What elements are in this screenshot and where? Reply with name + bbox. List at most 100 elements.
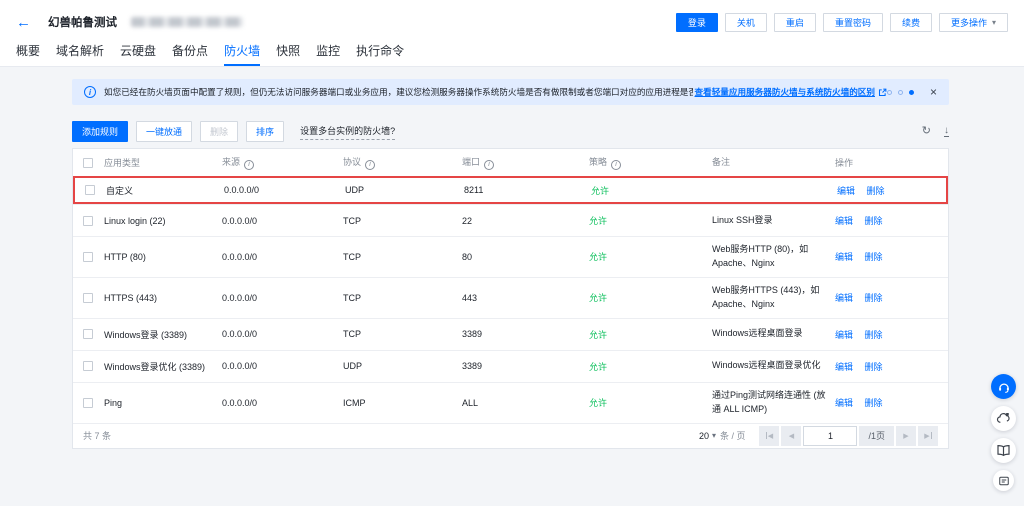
page-number-input[interactable]: 1 — [803, 426, 857, 446]
rule-source: 0.0.0.0/0 — [222, 252, 343, 262]
rule-source: 0.0.0.0/0 — [222, 329, 343, 339]
row-checkbox[interactable] — [85, 185, 95, 195]
header-action-button[interactable]: 更多操作 ▾ — [939, 13, 1008, 32]
tab[interactable]: 防火墙 — [224, 44, 260, 66]
edit-link[interactable]: 编辑 — [835, 293, 853, 303]
header-action-button[interactable]: 登录 ▾ — [676, 13, 718, 32]
tab-bar: 概要 域名解析 云硬盘 备份点 防火墙 快照 监控 执行命令 — [0, 44, 1024, 66]
multi-instance-firewall-link[interactable]: 设置多台实例的防火墙? — [300, 124, 395, 140]
edit-link[interactable]: 编辑 — [835, 330, 853, 340]
rule-policy: 允许 — [589, 328, 712, 341]
rule-port: 8211 — [464, 185, 591, 195]
tab[interactable]: 域名解析 — [56, 44, 104, 66]
cloud-fab[interactable] — [991, 406, 1016, 431]
info-icon[interactable]: i — [484, 160, 494, 170]
info-icon[interactable]: i — [611, 160, 621, 170]
sort-button[interactable]: 排序 — [246, 121, 284, 142]
row-checkbox[interactable] — [83, 329, 93, 339]
next-page-button[interactable]: ▶ — [896, 426, 916, 446]
tab[interactable]: 执行命令 — [356, 44, 404, 66]
row-checkbox[interactable] — [83, 398, 93, 408]
carousel-dot[interactable] — [887, 90, 892, 95]
select-all-checkbox[interactable] — [83, 158, 93, 168]
delete-link[interactable]: 删除 — [865, 293, 883, 303]
header-action-button[interactable]: 重置密码 ▾ — [823, 13, 883, 32]
firewall-diff-link[interactable]: 查看轻量应用服务器防火墙与系统防火墙的区别 — [695, 86, 875, 98]
instance-info-redacted — [131, 17, 243, 27]
delete-link[interactable]: 删除 — [865, 216, 883, 226]
header-action-button[interactable]: 重启 ▾ — [774, 13, 816, 32]
table-row: HTTP (80) 0.0.0.0/0 TCP 80 允许 Web服务HTTP … — [73, 236, 948, 277]
pagination: 20 ▾ 条 / 页 ◀ ◀ 1 /1页 ▶ ▶ — [699, 426, 938, 446]
prev-page-button[interactable]: ◀ — [781, 426, 801, 446]
carousel-dot[interactable] — [898, 90, 903, 95]
tab[interactable]: 备份点 — [172, 44, 208, 66]
row-checkbox[interactable] — [83, 252, 93, 262]
close-icon[interactable]: × — [930, 86, 937, 98]
survey-fab[interactable] — [993, 470, 1014, 491]
rule-port: 3389 — [462, 329, 589, 339]
edit-link[interactable]: 编辑 — [835, 252, 853, 262]
rule-source: 0.0.0.0/0 — [222, 293, 343, 303]
delete-link[interactable]: 删除 — [865, 398, 883, 408]
tab[interactable]: 快照 — [276, 44, 300, 66]
table-row: Windows登录优化 (3389) 0.0.0.0/0 UDP 3389 允许… — [73, 350, 948, 382]
allow-all-button[interactable]: 一键放通 — [136, 121, 192, 142]
tab[interactable]: 云硬盘 — [120, 44, 156, 66]
table-body: 自定义 0.0.0.0/0 UDP 8211 允许 编辑 删除 Linux lo… — [73, 176, 948, 423]
rule-protocol: UDP — [343, 361, 462, 371]
last-page-button[interactable]: ▶ — [918, 426, 938, 446]
rule-protocol: ICMP — [343, 398, 462, 408]
row-checkbox[interactable] — [83, 216, 93, 226]
rule-type: HTTPS (443) — [104, 293, 222, 303]
banner-carousel-dots — [887, 90, 914, 95]
rule-remark: Windows远程桌面登录优化 — [712, 359, 835, 373]
chevron-down-icon[interactable]: ▾ — [712, 431, 716, 440]
tab[interactable]: 概要 — [16, 44, 40, 66]
header-actions: 登录 ▾ 关机 ▾ 重启 ▾ 重置密码 ▾ — [676, 13, 1008, 32]
edit-link[interactable]: 编辑 — [835, 216, 853, 226]
headset-icon — [997, 380, 1011, 394]
download-icon[interactable]: ↓ — [944, 126, 949, 137]
rule-port: 80 — [462, 252, 589, 262]
page-buttons: ◀ ◀ 1 /1页 ▶ ▶ — [759, 426, 938, 446]
delete-link[interactable]: 删除 — [867, 186, 885, 196]
edit-link[interactable]: 编辑 — [837, 186, 855, 196]
table-row: Linux login (22) 0.0.0.0/0 TCP 22 允许 Lin… — [73, 204, 948, 236]
carousel-dot-active[interactable] — [909, 90, 914, 95]
delete-link[interactable]: 删除 — [865, 252, 883, 262]
row-checkbox[interactable] — [83, 361, 93, 371]
column-header-remark: 备注 — [712, 156, 835, 170]
external-link-icon[interactable] — [878, 88, 887, 97]
column-header-protocol: 协议i — [343, 155, 462, 170]
info-icon[interactable]: i — [365, 160, 375, 170]
refresh-icon[interactable]: ↻ — [922, 126, 931, 137]
edit-link[interactable]: 编辑 — [835, 398, 853, 408]
notice-text: 如您已经在防火墙页面中配置了规则，但仍无法访问服务器端口或业务应用，建议您检测服… — [104, 86, 693, 98]
header-action-button[interactable]: 关机 ▾ — [725, 13, 767, 32]
per-page-value[interactable]: 20 — [699, 431, 709, 441]
rule-protocol: UDP — [345, 185, 464, 195]
back-icon[interactable]: ← — [16, 15, 31, 30]
delete-button[interactable]: 删除 — [200, 121, 238, 142]
rule-policy: 允许 — [591, 184, 714, 197]
rule-actions: 编辑 删除 — [835, 396, 948, 409]
rule-actions: 编辑 删除 — [835, 291, 948, 304]
title-row: ← 幻兽帕鲁测试 登录 ▾ 关机 ▾ 重启 ▾ — [0, 0, 1024, 44]
header-action-button[interactable]: 续费 ▾ — [890, 13, 932, 32]
first-page-button[interactable]: ◀ — [759, 426, 779, 446]
docs-fab[interactable] — [991, 438, 1016, 463]
info-icon[interactable]: i — [244, 160, 254, 170]
row-checkbox[interactable] — [83, 293, 93, 303]
delete-link[interactable]: 删除 — [865, 330, 883, 340]
total-count: 共 7 条 — [83, 429, 111, 442]
rule-policy: 允许 — [589, 360, 712, 373]
table-row: HTTPS (443) 0.0.0.0/0 TCP 443 允许 Web服务HT… — [73, 277, 948, 318]
rule-type: HTTP (80) — [104, 252, 222, 262]
edit-link[interactable]: 编辑 — [835, 362, 853, 372]
support-fab[interactable] — [991, 374, 1016, 399]
delete-link[interactable]: 删除 — [865, 362, 883, 372]
chevron-down-icon: ▾ — [992, 18, 996, 27]
tab[interactable]: 监控 — [316, 44, 340, 66]
add-rule-button[interactable]: 添加规则 — [72, 121, 128, 142]
